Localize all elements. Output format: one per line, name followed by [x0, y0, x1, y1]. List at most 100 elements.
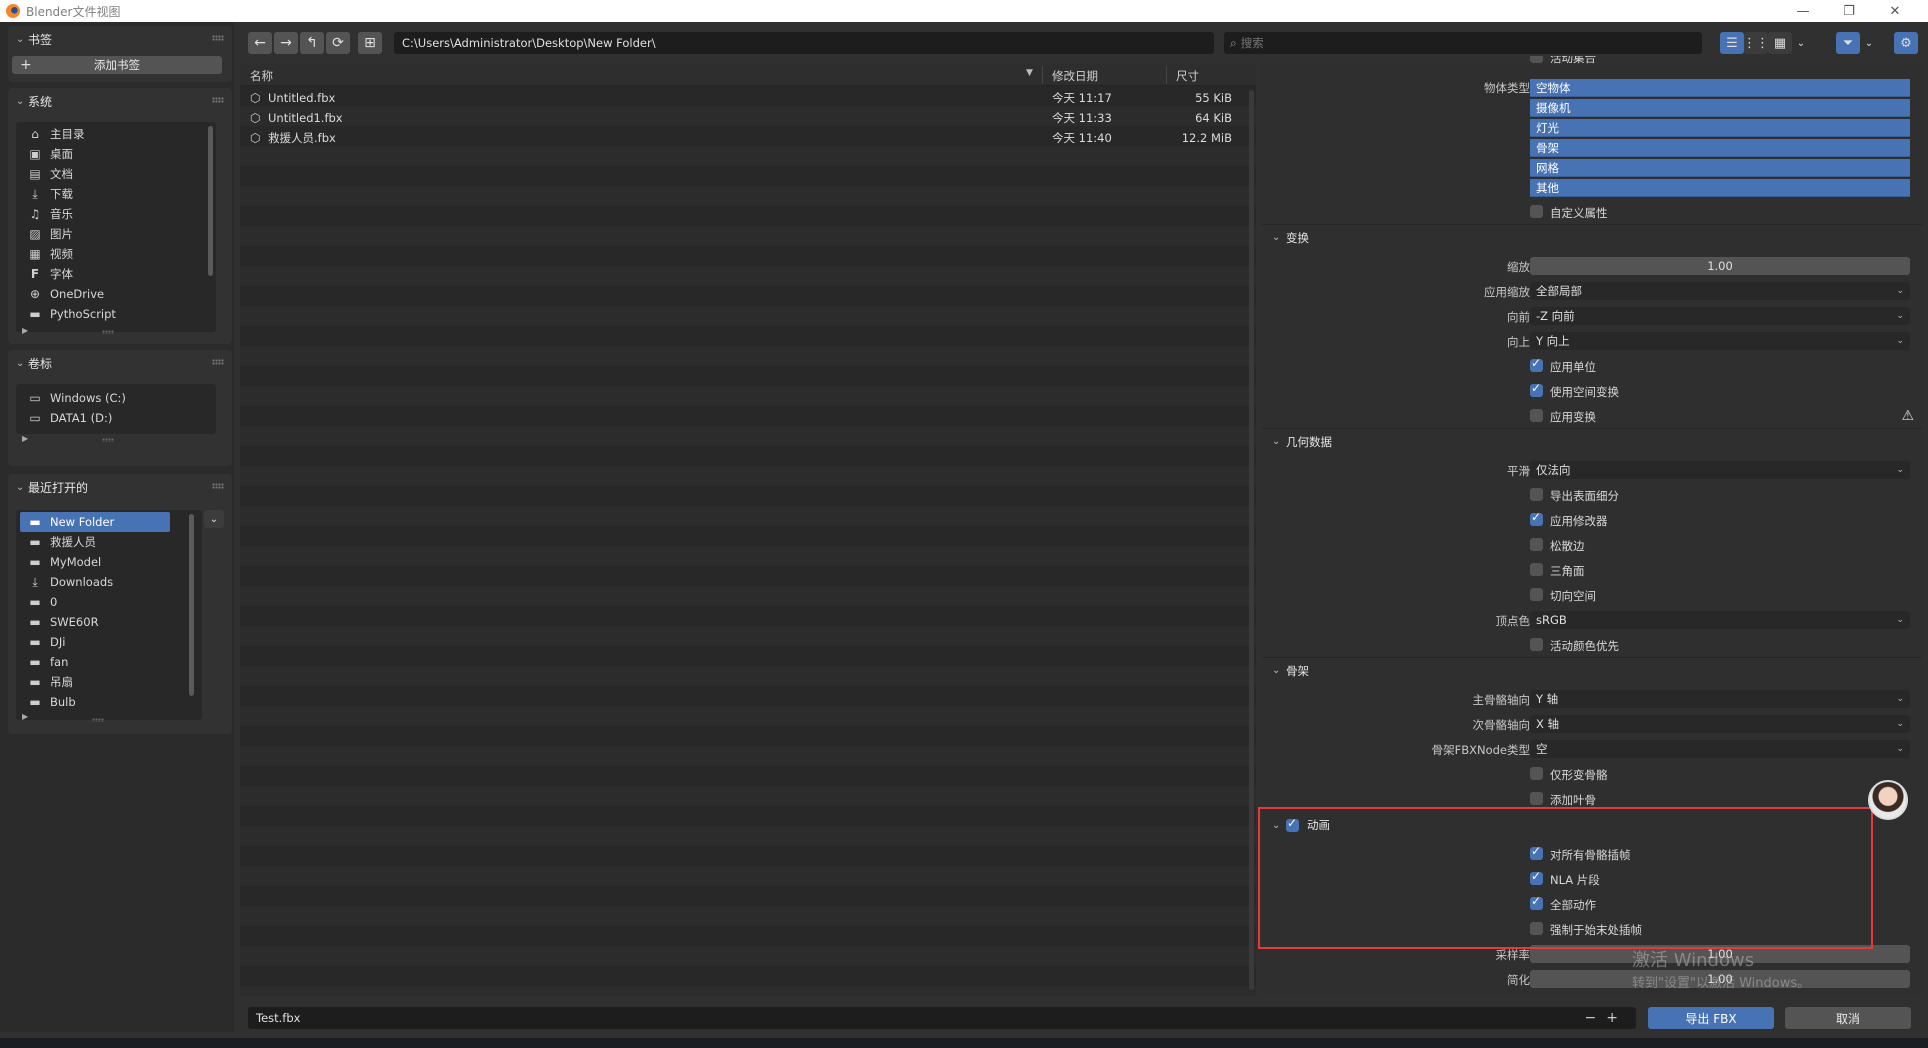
recent-item[interactable]: ▬ SWE60R [16, 612, 202, 632]
sidebar-item-pythoscript[interactable]: ▬ PythoScript [16, 304, 216, 324]
sidebar-item-home[interactable]: ⌂ 主目录 [16, 124, 216, 144]
column-header-size[interactable]: 尺寸 [1176, 68, 1199, 84]
maximize-button[interactable]: ❐ [1826, 0, 1872, 22]
horizontal-list-view-icon[interactable]: ⋮⋮ [1743, 32, 1769, 54]
forward-axis-dropdown[interactable]: -Z 向前 ⌄ [1530, 307, 1910, 325]
sidebar-item-videos[interactable]: ▦ 视频 [16, 244, 216, 264]
file-list-scrollbar[interactable] [1249, 90, 1254, 990]
recent-item[interactable]: ▬ 吊扇 [16, 672, 202, 692]
new-folder-icon[interactable]: ⊞ [358, 32, 382, 54]
smoothing-dropdown[interactable]: 仅法向 ⌄ [1530, 461, 1910, 479]
geometry-section-header[interactable]: ⌄ 几何数据 [1262, 428, 1922, 454]
recent-item[interactable]: ▬ 0 [16, 592, 202, 612]
resize-grip-icon[interactable] [92, 718, 104, 722]
close-button[interactable]: ✕ [1872, 0, 1918, 22]
apply-modifiers-checkbox[interactable] [1530, 510, 1543, 526]
sidebar-item-desktop[interactable]: ▣ 桌面 [16, 144, 216, 164]
sort-descending-icon[interactable]: ▼ [1026, 68, 1033, 78]
file-row[interactable]: ⬡ 救援人员.fbx 今天 11:40 12.2 MiB [240, 128, 1256, 148]
filename-input[interactable]: Test.fbx −+ [248, 1007, 1636, 1029]
recent-menu-chevron-icon[interactable]: ⌄ [204, 510, 224, 528]
sidebar-item-music[interactable]: ♫ 音乐 [16, 204, 216, 224]
assistant-avatar[interactable] [1868, 780, 1908, 820]
column-divider[interactable] [1042, 66, 1043, 84]
column-header-name[interactable]: 名称 [250, 68, 273, 84]
filter-options-chevron-icon[interactable]: ⌄ [1860, 32, 1878, 54]
transform-section-header[interactable]: ⌄ 变换 [1262, 224, 1922, 250]
export-subdiv-checkbox[interactable] [1530, 488, 1543, 501]
apply-scale-dropdown[interactable]: 全部局部 ⌄ [1530, 282, 1910, 300]
minimize-button[interactable]: — [1780, 0, 1826, 22]
vertex-color-dropdown[interactable]: sRGB ⌄ [1530, 611, 1910, 629]
volumes-header[interactable]: ⌄ 卷标 [8, 350, 232, 376]
object-type-camera[interactable]: 摄像机 [1530, 99, 1910, 117]
expand-triangle-icon[interactable]: ▶ [22, 326, 28, 335]
drag-grip-icon[interactable] [212, 35, 224, 41]
resize-grip-icon[interactable] [102, 330, 114, 334]
object-type-armature[interactable]: 骨架 [1530, 139, 1910, 157]
sidebar-item-downloads[interactable]: ⤓ 下载 [16, 184, 216, 204]
expand-triangle-icon[interactable]: ▶ [22, 434, 28, 443]
active-color-first-checkbox[interactable] [1530, 638, 1543, 651]
parent-directory-icon[interactable]: ↰ [300, 32, 324, 54]
loose-edges-checkbox[interactable] [1530, 538, 1543, 551]
sidebar-item-documents[interactable]: ▤ 文档 [16, 164, 216, 184]
object-type-light[interactable]: 灯光 [1530, 119, 1910, 137]
recent-item[interactable]: ⤓ Downloads [16, 572, 202, 592]
up-axis-dropdown[interactable]: Y 向上 ⌄ [1530, 332, 1910, 350]
forward-arrow-icon[interactable]: → [274, 32, 298, 54]
filter-icon[interactable]: ⏷ [1836, 32, 1860, 54]
add-bookmark-button[interactable]: + 添加书签 [12, 56, 222, 74]
file-row[interactable]: ⬡ Untitled1.fbx 今天 11:33 64 KiB [240, 108, 1256, 128]
recent-item[interactable]: ▬ DJi [16, 632, 202, 652]
apply-transform-checkbox[interactable] [1530, 409, 1543, 422]
column-divider[interactable] [1166, 66, 1167, 84]
tangent-space-checkbox[interactable] [1530, 588, 1543, 601]
space-transform-checkbox[interactable] [1530, 381, 1543, 397]
sidebar-item-onedrive[interactable]: ⊕ OneDrive [16, 284, 216, 304]
bookmarks-header[interactable]: ⌄ 书签 [8, 26, 232, 52]
sidebar-item-pictures[interactable]: ▨ 图片 [16, 224, 216, 244]
custom-props-checkbox[interactable] [1530, 205, 1543, 218]
apply-unit-checkbox[interactable] [1530, 356, 1543, 372]
deform-only-checkbox[interactable] [1530, 767, 1543, 780]
drag-grip-icon[interactable] [212, 359, 224, 365]
settings-gear-icon[interactable]: ⚙ [1894, 32, 1918, 54]
secondary-bone-axis-dropdown[interactable]: X 轴 ⌄ [1530, 715, 1910, 733]
resize-grip-icon[interactable] [102, 438, 114, 442]
armature-section-header[interactable]: ⌄ 骨架 [1262, 657, 1922, 683]
file-row[interactable]: ⬡ Untitled.fbx 今天 11:17 55 KiB [240, 88, 1256, 108]
object-type-other[interactable]: 其他 [1530, 179, 1910, 197]
thumbnail-view-icon[interactable]: ▦ [1768, 32, 1792, 54]
expand-triangle-icon[interactable]: ▶ [22, 712, 28, 721]
column-header-date[interactable]: 修改日期 [1052, 68, 1098, 84]
recent-item[interactable]: ▬ fan [16, 652, 202, 672]
export-fbx-button[interactable]: 导出 FBX [1648, 1007, 1774, 1029]
cancel-button[interactable]: 取消 [1785, 1007, 1911, 1029]
system-header[interactable]: ⌄ 系统 [8, 88, 232, 114]
armature-node-type-dropdown[interactable]: 空 ⌄ [1530, 740, 1910, 758]
drag-grip-icon[interactable] [212, 97, 224, 103]
object-type-mesh[interactable]: 网格 [1530, 159, 1910, 177]
triangulate-checkbox[interactable] [1530, 563, 1543, 576]
scale-slider[interactable]: 1.00 [1530, 257, 1910, 275]
drag-grip-icon[interactable] [212, 483, 224, 489]
decrement-increment-icon[interactable]: −+ [1585, 1010, 1628, 1026]
object-type-empty[interactable]: 空物体 [1530, 79, 1910, 97]
add-leaf-checkbox[interactable] [1530, 792, 1543, 805]
primary-bone-axis-dropdown[interactable]: Y 轴 ⌄ [1530, 690, 1910, 708]
recent-scrollbar[interactable] [189, 514, 194, 696]
recent-item[interactable]: ▬ 救援人员 [16, 532, 202, 552]
back-arrow-icon[interactable]: ← [248, 32, 272, 54]
sidebar-item-drive-d[interactable]: ▭ DATA1 (D:) [16, 408, 216, 428]
recent-header[interactable]: ⌄ 最近打开的 [8, 474, 232, 500]
vertical-list-view-icon[interactable]: ☰ [1720, 32, 1744, 54]
refresh-icon[interactable]: ⟳ [326, 32, 350, 54]
system-scrollbar[interactable] [208, 126, 213, 276]
sidebar-item-drive-c[interactable]: ▭ Windows (C:) [16, 388, 216, 408]
recent-item[interactable]: ▬ Bulb [16, 692, 202, 712]
view-options-chevron-icon[interactable]: ⌄ [1792, 32, 1810, 54]
search-input[interactable]: ⌕ 搜索 [1224, 32, 1702, 54]
recent-item[interactable]: ▬ MyModel [16, 552, 202, 572]
recent-item-new-folder[interactable]: ▬ New Folder [20, 512, 170, 532]
